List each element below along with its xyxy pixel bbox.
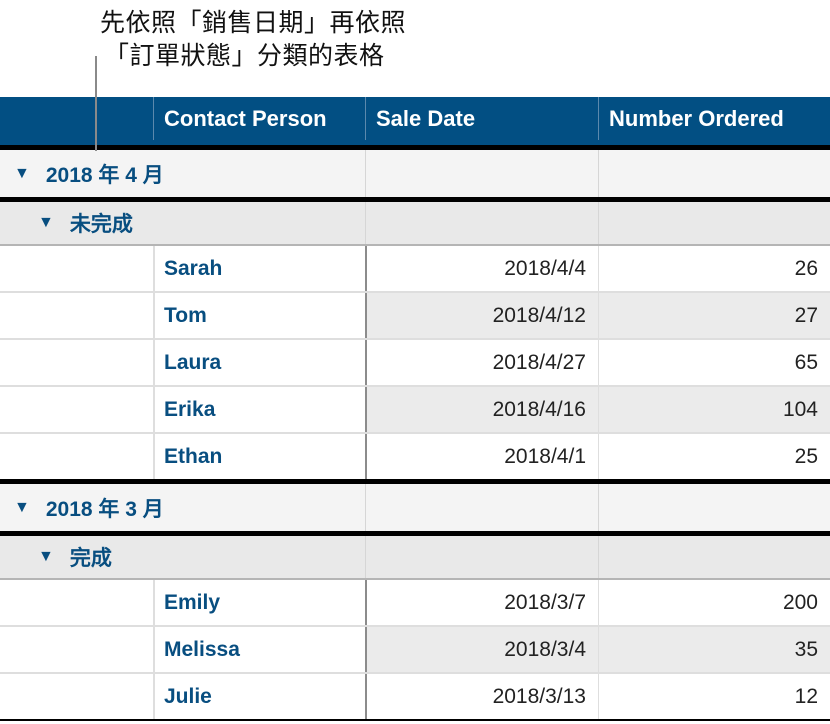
- contact-cell[interactable]: Emily: [153, 580, 365, 625]
- date-cell[interactable]: 2018/4/4: [365, 246, 598, 291]
- table-row[interactable]: Julie 2018/3/13 12: [0, 674, 830, 721]
- disclosure-triangle-icon[interactable]: ▼: [38, 214, 54, 232]
- header-cell-number-ordered[interactable]: Number Ordered: [598, 97, 830, 140]
- header-row: Contact Person Sale Date Number Ordered: [0, 97, 830, 150]
- header-cell-sale-date[interactable]: Sale Date: [365, 97, 598, 140]
- disclosure-triangle-icon[interactable]: ▼: [14, 165, 30, 183]
- callout-line-2: 「訂單狀態」分類的表格: [104, 41, 385, 70]
- table-row[interactable]: Emily 2018/3/7 200: [0, 580, 830, 627]
- number-cell[interactable]: 26: [598, 246, 830, 291]
- date-cell[interactable]: 2018/4/16: [365, 387, 598, 432]
- number-cell[interactable]: 200: [598, 580, 830, 625]
- header-cell-contact-person[interactable]: Contact Person: [153, 97, 365, 140]
- table-row[interactable]: Laura 2018/4/27 65: [0, 340, 830, 387]
- table-row[interactable]: Erika 2018/4/16 104: [0, 387, 830, 434]
- group-row[interactable]: ▼ 2018 年 4 月: [0, 150, 830, 197]
- contact-cell[interactable]: Ethan: [153, 434, 365, 479]
- number-cell[interactable]: 25: [598, 434, 830, 479]
- subgroup-row[interactable]: ▼ 未完成: [0, 197, 830, 246]
- date-cell[interactable]: 2018/3/4: [365, 627, 598, 672]
- table-row[interactable]: Tom 2018/4/12 27: [0, 293, 830, 340]
- callout-label: 先依照「銷售日期」再依照 「訂單狀態」分類的表格: [100, 6, 440, 72]
- number-cell[interactable]: 27: [598, 293, 830, 338]
- contact-cell[interactable]: Erika: [153, 387, 365, 432]
- callout-line-1: 先依照「銷售日期」再依照: [100, 8, 407, 37]
- number-cell[interactable]: 104: [598, 387, 830, 432]
- disclosure-triangle-icon[interactable]: ▼: [14, 499, 30, 517]
- callout-leader-line: [95, 56, 97, 151]
- header-cell-category[interactable]: [0, 97, 153, 140]
- number-cell[interactable]: 65: [598, 340, 830, 385]
- date-cell[interactable]: 2018/4/27: [365, 340, 598, 385]
- disclosure-triangle-icon[interactable]: ▼: [38, 548, 54, 566]
- contact-cell[interactable]: Sarah: [153, 246, 365, 291]
- number-cell[interactable]: 35: [598, 627, 830, 672]
- table-row[interactable]: Melissa 2018/3/4 35: [0, 627, 830, 674]
- categorized-table: Contact Person Sale Date Number Ordered …: [0, 97, 830, 721]
- date-cell[interactable]: 2018/3/7: [365, 580, 598, 625]
- table-row[interactable]: Sarah 2018/4/4 26: [0, 246, 830, 293]
- subgroup-label: 完成: [69, 547, 112, 570]
- contact-cell[interactable]: Tom: [153, 293, 365, 338]
- contact-cell[interactable]: Melissa: [153, 627, 365, 672]
- subgroup-label: 未完成: [69, 213, 133, 236]
- contact-cell[interactable]: Laura: [153, 340, 365, 385]
- number-cell[interactable]: 12: [598, 674, 830, 719]
- date-cell[interactable]: 2018/4/12: [365, 293, 598, 338]
- group-label: 2018 年 4 月: [45, 163, 164, 187]
- date-cell[interactable]: 2018/4/1: [365, 434, 598, 479]
- contact-cell[interactable]: Julie: [153, 674, 365, 719]
- table-row[interactable]: Ethan 2018/4/1 25: [0, 434, 830, 484]
- date-cell[interactable]: 2018/3/13: [365, 674, 598, 719]
- subgroup-row[interactable]: ▼ 完成: [0, 531, 830, 580]
- group-label: 2018 年 3 月: [45, 497, 164, 521]
- group-row[interactable]: ▼ 2018 年 3 月: [0, 484, 830, 531]
